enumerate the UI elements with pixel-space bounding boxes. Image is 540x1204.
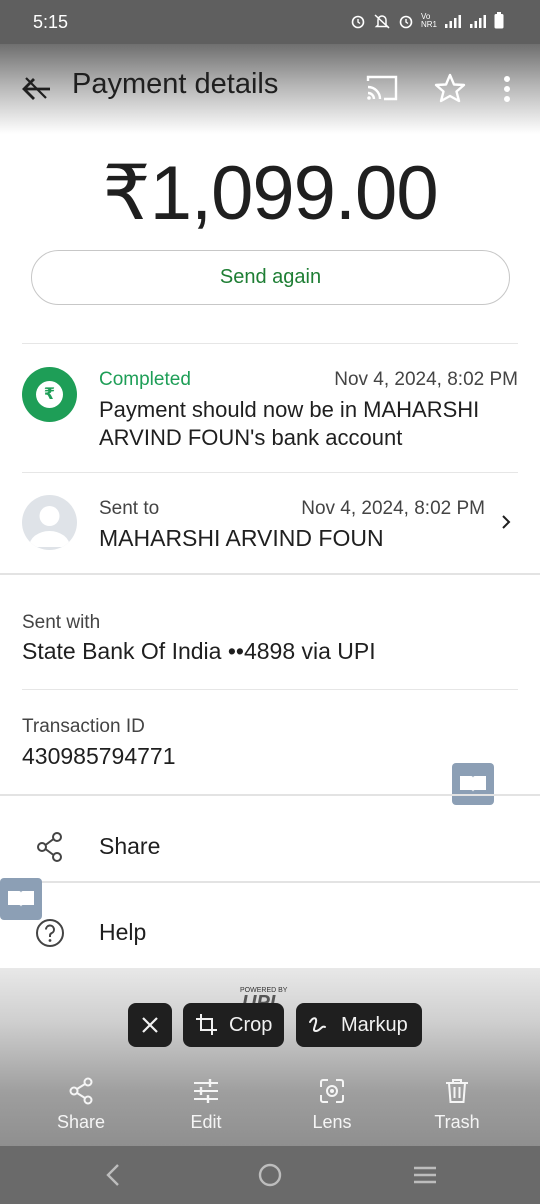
status-date: Nov 4, 2024, 8:02 PM: [334, 369, 518, 390]
sent-with-value: State Bank Of India ••4898 via UPI: [22, 638, 376, 664]
avatar-icon: [22, 495, 77, 550]
send-again-button[interactable]: Send again: [31, 250, 510, 305]
section-separator: [0, 881, 540, 883]
nav-recents-icon[interactable]: [410, 1160, 440, 1190]
nav-back-icon[interactable]: [99, 1160, 129, 1190]
system-nav-bar: [0, 1146, 540, 1204]
crop-chip[interactable]: Crop: [183, 1003, 284, 1047]
battery-icon: [494, 12, 504, 29]
share-action[interactable]: Share: [0, 806, 540, 886]
alarm-icon-2: [399, 15, 413, 28]
status-label: Completed: [99, 369, 191, 390]
mute-icon: [374, 13, 390, 29]
section-separator: [0, 794, 540, 796]
more-vert-icon[interactable]: [497, 72, 517, 106]
recipient-name: MAHARSHI ARVIND FOUN: [99, 525, 384, 551]
app-bar: Payment details: [0, 44, 540, 134]
star-icon[interactable]: [433, 71, 467, 105]
sent-to-date: Nov 4, 2024, 8:02 PM: [301, 498, 485, 519]
nav-home-icon[interactable]: [255, 1160, 285, 1190]
crop-icon: [196, 1014, 217, 1035]
sent-with-label: Sent with: [22, 612, 101, 633]
divider: [22, 689, 518, 690]
close-icon: [142, 1017, 158, 1033]
sent-to-label: Sent to: [99, 498, 160, 519]
chevron-right-icon: [502, 515, 511, 529]
share-icon: [37, 832, 62, 862]
help-icon: [36, 919, 64, 947]
viewer-share-label: Share: [56, 1112, 106, 1132]
page-title: Payment details: [72, 68, 279, 100]
crop-label: Crop: [229, 1014, 273, 1036]
back-arrow-icon[interactable]: [18, 70, 56, 108]
help-label: Help: [99, 919, 147, 945]
status-time: 5:15: [33, 12, 69, 32]
status-icons: Vo NR1: [350, 12, 504, 29]
payment-status-row: ₹ Completed Nov 4, 2024, 8:02 PM Payment…: [0, 352, 540, 470]
trash-icon: [446, 1079, 468, 1103]
markup-label: Markup: [341, 1014, 408, 1036]
payment-amount: ₹1,099.00: [102, 151, 438, 236]
rupee-check-icon: ₹: [22, 367, 77, 422]
alarm-icon: [351, 15, 365, 28]
viewer-trash-button[interactable]: Trash: [417, 1076, 497, 1133]
lens-icon: [320, 1079, 344, 1103]
signal-icon-2: [470, 14, 486, 28]
edit-sliders-icon: [194, 1079, 218, 1103]
share-label: Share: [99, 833, 161, 859]
viewer-edit-button[interactable]: Edit: [166, 1076, 246, 1133]
sent-to-row[interactable]: Sent to Nov 4, 2024, 8:02 PM MAHARSHI AR…: [0, 478, 540, 570]
viewer-trash-label: Trash: [434, 1112, 480, 1132]
help-action[interactable]: Help: [0, 892, 540, 972]
share-icon: [69, 1077, 93, 1105]
divider: [22, 472, 518, 473]
viewer-edit-label: Edit: [190, 1112, 222, 1132]
section-separator: [0, 573, 540, 575]
transaction-id-value: 430985794771: [22, 743, 176, 769]
viewer-lens-button[interactable]: Lens: [292, 1076, 372, 1133]
cast-icon[interactable]: [364, 72, 400, 104]
close-chip[interactable]: [128, 1003, 172, 1047]
markup-icon: [309, 1017, 326, 1033]
reader-mode-icon[interactable]: [452, 763, 494, 805]
signal-icon: [445, 14, 461, 28]
markup-chip[interactable]: Markup: [296, 1003, 422, 1047]
transaction-id-label: Transaction ID: [22, 716, 145, 737]
divider: [22, 343, 518, 344]
viewer-share-button[interactable]: Share: [41, 1076, 121, 1133]
rupee-glyph: ₹: [36, 381, 63, 408]
viewer-lens-label: Lens: [312, 1112, 352, 1132]
status-bar: 5:15 Vo NR1: [0, 0, 540, 44]
status-message: Payment should now be in MAHARSHI ARVIND…: [99, 397, 480, 450]
network-label: Vo NR1: [421, 11, 438, 29]
